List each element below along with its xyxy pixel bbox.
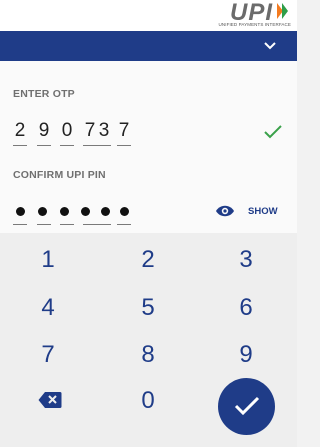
backspace-icon[interactable] [38,391,62,409]
pin-underline [117,224,131,225]
key-2[interactable]: 2 [118,242,178,278]
pin-underline [13,224,27,225]
show-pin-button[interactable]: SHOW [248,206,278,217]
chevron-down-icon[interactable] [263,41,277,51]
pin-underline [60,224,74,225]
key-9[interactable]: 9 [216,337,276,373]
otp-underline [97,145,111,146]
key-8[interactable]: 8 [118,337,178,373]
key-6[interactable]: 6 [216,290,276,326]
otp-digit[interactable]: 7 [83,120,97,142]
pin-label: CONFIRM UPI PIN [13,169,106,181]
details-bar [0,31,297,61]
pin-dot[interactable] [101,207,110,216]
pin-underline [83,224,97,225]
key-7[interactable]: 7 [18,337,78,373]
key-0[interactable]: 0 [118,383,178,419]
otp-underline [13,145,27,146]
key-5[interactable]: 5 [118,290,178,326]
pin-dot[interactable] [16,207,25,216]
pin-dot[interactable] [38,207,47,216]
otp-digit[interactable]: 3 [97,120,111,142]
otp-digit[interactable]: 9 [37,120,51,142]
otp-digit[interactable]: 2 [13,120,27,142]
submit-button[interactable] [218,378,275,435]
key-1[interactable]: 1 [18,242,78,278]
pin-underline [37,224,51,225]
pin-underline [97,224,111,225]
logo-bar: UPI UNIFIED PAYMENTS INTERFACE [0,0,297,31]
otp-underline [37,145,51,146]
check-icon [234,396,260,416]
upi-logo: UPI UNIFIED PAYMENTS INTERFACE [203,0,291,31]
pin-dot[interactable] [81,207,90,216]
otp-underline [117,145,131,146]
check-icon [264,125,282,139]
otp-digit[interactable]: 7 [117,120,131,142]
otp-digit[interactable]: 0 [60,120,74,142]
otp-label: ENTER OTP [13,88,75,100]
pin-dot[interactable] [60,207,69,216]
pin-dot[interactable] [120,207,129,216]
otp-underline [83,145,97,146]
key-4[interactable]: 4 [18,290,78,326]
logo-arrows-icon [277,3,288,19]
otp-underline [60,145,74,146]
key-3[interactable]: 3 [216,242,276,278]
logo-subtitle: UNIFIED PAYMENTS INTERFACE [218,22,291,27]
eye-icon[interactable] [215,204,235,218]
